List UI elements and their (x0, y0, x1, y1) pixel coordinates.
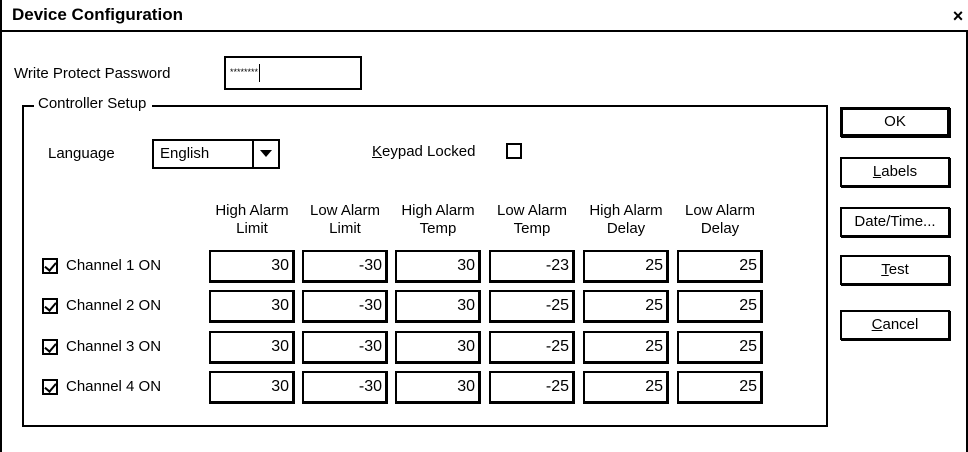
channel-1-label: Channel 1 ON (66, 257, 162, 274)
cancel-label: ancel (882, 316, 919, 333)
channel-4-value-field[interactable]: 30 (209, 371, 295, 404)
keypad-locked-label: Keypad Locked (372, 143, 475, 160)
channel-2-value-field[interactable]: 25 (583, 290, 669, 323)
labels-button[interactable]: Labels (840, 157, 950, 187)
language-select[interactable]: English (152, 139, 280, 169)
channel-2-value-field[interactable]: -30 (302, 290, 388, 323)
chevron-down-icon[interactable] (252, 141, 278, 167)
column-header-line1: High Alarm (215, 202, 289, 219)
write-protect-password-field[interactable]: ******** (224, 56, 362, 90)
device-configuration-dialog: Device Configuration × Write Protect Pas… (0, 0, 968, 452)
channel-1-value-field[interactable]: 30 (209, 250, 295, 283)
cancel-button[interactable]: Cancel (840, 310, 950, 340)
channel-3-value-field[interactable]: 30 (395, 331, 481, 364)
channel-4-value-field[interactable]: 30 (395, 371, 481, 404)
channel-1-value-field[interactable]: -23 (489, 250, 575, 283)
channel-3-label: Channel 3 ON (66, 338, 162, 355)
column-header-line2: Temp (419, 220, 457, 237)
channel-2-label: Channel 2 ON (66, 297, 162, 314)
column-header-line1: High Alarm (401, 202, 475, 219)
column-header-line1: High Alarm (589, 202, 663, 219)
controller-setup-title: Controller Setup (34, 95, 153, 112)
channel-1-value-field[interactable]: -30 (302, 250, 388, 283)
test-button[interactable]: Test (840, 255, 950, 285)
channel-4-label: Channel 4 ON (66, 378, 162, 395)
channel-3-value-field[interactable]: -25 (489, 331, 575, 364)
text-caret (259, 63, 261, 82)
channel-4-value-field[interactable]: -30 (302, 371, 388, 404)
column-header: High Alarm Delay (581, 202, 671, 238)
close-icon[interactable]: × (948, 6, 968, 26)
labels-accel: L (872, 163, 882, 180)
column-header-line2: Delay (606, 220, 646, 237)
column-header: High Alarm Temp (393, 202, 483, 238)
password-label: Write Protect Password (14, 65, 171, 82)
channel-2-value-field[interactable]: 30 (209, 290, 295, 323)
channel-4-value-field[interactable]: 25 (677, 371, 763, 404)
channel-3-value-field[interactable]: -30 (302, 331, 388, 364)
title-bar[interactable]: Device Configuration × (2, 0, 968, 32)
channel-2-checkbox[interactable] (42, 298, 58, 314)
date-time-label: Date/Time... (854, 213, 936, 230)
column-header-line2: Temp (513, 220, 551, 237)
channel-4-value-field[interactable]: -25 (489, 371, 575, 404)
date-time-button[interactable]: Date/Time... (840, 207, 950, 237)
channel-2-value-field[interactable]: 25 (677, 290, 763, 323)
channel-4-value-field[interactable]: 25 (583, 371, 669, 404)
column-header-line1: Low Alarm (684, 202, 756, 219)
keypad-label-rest: eypad Locked (382, 143, 476, 160)
channel-1-value-field[interactable]: 25 (677, 250, 763, 283)
channel-3-value-field[interactable]: 25 (583, 331, 669, 364)
channel-4-checkbox[interactable] (42, 379, 58, 395)
column-header: Low Alarm Temp (487, 202, 577, 238)
column-header-line2: Limit (236, 220, 268, 237)
column-header-line2: Limit (329, 220, 361, 237)
column-header: Low Alarm Delay (675, 202, 765, 238)
test-accel: T (881, 261, 889, 278)
channel-1-value-field[interactable]: 25 (583, 250, 669, 283)
channel-2-value-field[interactable]: -25 (489, 290, 575, 323)
language-label: Language (48, 145, 115, 162)
column-header-line1: Low Alarm (309, 202, 381, 219)
channel-3-value-field[interactable]: 30 (209, 331, 295, 364)
labels-label: abels (881, 163, 918, 180)
column-header-line2: Delay (700, 220, 740, 237)
channel-2-value-field[interactable]: 30 (395, 290, 481, 323)
column-header-line1: Low Alarm (496, 202, 568, 219)
language-selected-value: English (160, 145, 210, 162)
keypad-accel: K (372, 143, 383, 160)
password-value: ******** (230, 67, 259, 77)
column-header: Low Alarm Limit (300, 202, 390, 238)
channel-3-value-field[interactable]: 25 (677, 331, 763, 364)
keypad-locked-checkbox[interactable] (506, 143, 522, 159)
ok-button[interactable]: OK (840, 107, 950, 137)
channel-3-checkbox[interactable] (42, 339, 58, 355)
dialog-title: Device Configuration (12, 5, 183, 24)
cancel-accel: C (871, 316, 883, 333)
column-header: High Alarm Limit (207, 202, 297, 238)
channel-1-value-field[interactable]: 30 (395, 250, 481, 283)
channel-1-checkbox[interactable] (42, 258, 58, 274)
ok-label: OK (884, 113, 906, 130)
test-label: est (888, 261, 909, 278)
